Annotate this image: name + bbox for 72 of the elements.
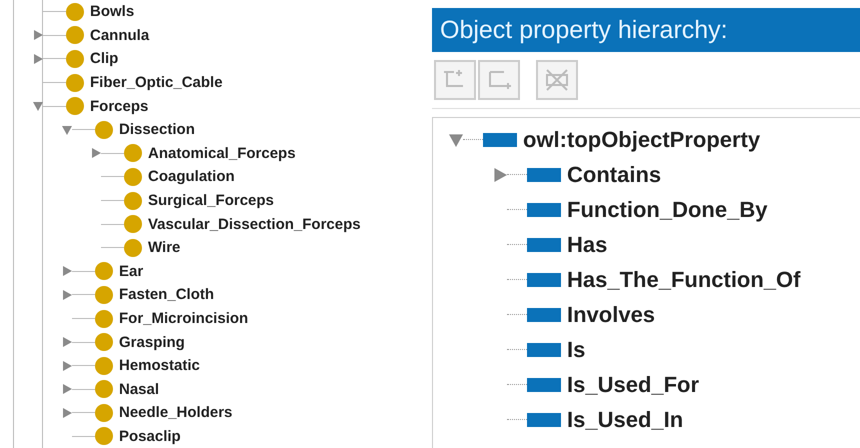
class-icon bbox=[95, 427, 113, 446]
expand-arrow-icon[interactable] bbox=[62, 290, 72, 300]
property-name[interactable]: Involves bbox=[567, 302, 656, 328]
property-name[interactable]: Is_Used_In bbox=[567, 406, 684, 432]
class-icon bbox=[124, 192, 142, 210]
class-name[interactable]: Needle_Holders bbox=[119, 404, 232, 422]
property-icon bbox=[527, 272, 561, 286]
class-name[interactable]: Ear bbox=[119, 262, 144, 280]
class-name[interactable]: Cannula bbox=[90, 26, 150, 44]
property-name[interactable]: Has_The_Function_Of bbox=[567, 266, 800, 292]
class-icon bbox=[66, 97, 84, 116]
expand-arrow-icon[interactable] bbox=[62, 337, 72, 348]
class-icon bbox=[124, 215, 142, 234]
expand-arrow-icon[interactable] bbox=[62, 384, 72, 394]
class-name[interactable]: Nasal bbox=[119, 380, 160, 398]
class-icon bbox=[95, 120, 113, 139]
class-icon bbox=[95, 310, 113, 328]
class-icon bbox=[124, 168, 142, 186]
expand-arrow-icon[interactable] bbox=[62, 266, 72, 276]
class-name[interactable]: Fiber_Optic_Cable bbox=[90, 74, 223, 92]
collapse-arrow-icon[interactable] bbox=[33, 101, 43, 112]
property-icon bbox=[527, 342, 561, 356]
class-name[interactable]: Clip bbox=[90, 50, 118, 68]
property-icon bbox=[483, 132, 517, 146]
class-name[interactable]: Vascular_Dissection_Forceps bbox=[148, 216, 361, 233]
class-icon bbox=[66, 2, 84, 21]
property-name[interactable]: Is_Used_For bbox=[567, 372, 700, 398]
class-name[interactable]: Bowls bbox=[90, 3, 134, 20]
class-name[interactable]: Hemostatic bbox=[119, 357, 200, 374]
property-name[interactable]: owl:topObjectProperty bbox=[523, 126, 760, 152]
property-name[interactable]: Has bbox=[567, 232, 608, 258]
property-icon bbox=[527, 168, 561, 182]
property-icon bbox=[527, 308, 561, 322]
expand-arrow-icon[interactable] bbox=[33, 54, 43, 64]
class-name[interactable]: Fasten_Cloth bbox=[119, 286, 214, 304]
class-name[interactable]: For_Microincision bbox=[119, 310, 248, 328]
panel-title: Object property hierarchy: bbox=[432, 8, 860, 52]
expand-arrow-icon[interactable] bbox=[62, 408, 72, 418]
property-name[interactable]: Contains bbox=[567, 162, 662, 188]
class-icon bbox=[124, 144, 142, 162]
class-icon bbox=[95, 380, 113, 398]
class-icon bbox=[124, 238, 142, 257]
delete-icon bbox=[544, 68, 570, 92]
class-name[interactable]: Surgical_Forceps bbox=[148, 192, 274, 210]
class-icon bbox=[66, 26, 84, 44]
property-icon bbox=[527, 202, 561, 216]
class-icon bbox=[95, 333, 113, 352]
class-name[interactable]: Coagulation bbox=[148, 168, 235, 186]
property-icon bbox=[527, 378, 561, 392]
class-name[interactable]: Wire bbox=[148, 239, 180, 256]
class-name[interactable]: Grasping bbox=[119, 334, 185, 351]
property-name[interactable]: Function_Done_By bbox=[567, 196, 768, 222]
class-icon bbox=[66, 74, 84, 92]
class-icon bbox=[95, 286, 113, 304]
expand-arrow-icon[interactable] bbox=[33, 30, 43, 40]
collapse-arrow-icon[interactable] bbox=[449, 132, 463, 146]
expand-arrow-icon[interactable] bbox=[91, 148, 101, 158]
expand-arrow-icon[interactable] bbox=[493, 168, 507, 182]
class-icon bbox=[66, 50, 84, 68]
property-icon bbox=[527, 238, 561, 252]
class-icon bbox=[95, 262, 113, 280]
class-name[interactable]: Dissection bbox=[119, 121, 195, 138]
class-name[interactable]: Posaclip bbox=[119, 428, 181, 445]
class-icon bbox=[95, 404, 113, 422]
class-name[interactable]: Forceps bbox=[90, 98, 148, 115]
class-name[interactable]: Anatomical_Forceps bbox=[148, 144, 296, 162]
property-icon bbox=[527, 412, 561, 426]
property-name[interactable]: Is bbox=[567, 336, 586, 362]
collapse-arrow-icon[interactable] bbox=[62, 124, 72, 135]
add-sibling-icon bbox=[486, 68, 512, 92]
expand-arrow-icon[interactable] bbox=[62, 360, 72, 371]
class-icon bbox=[95, 356, 113, 375]
